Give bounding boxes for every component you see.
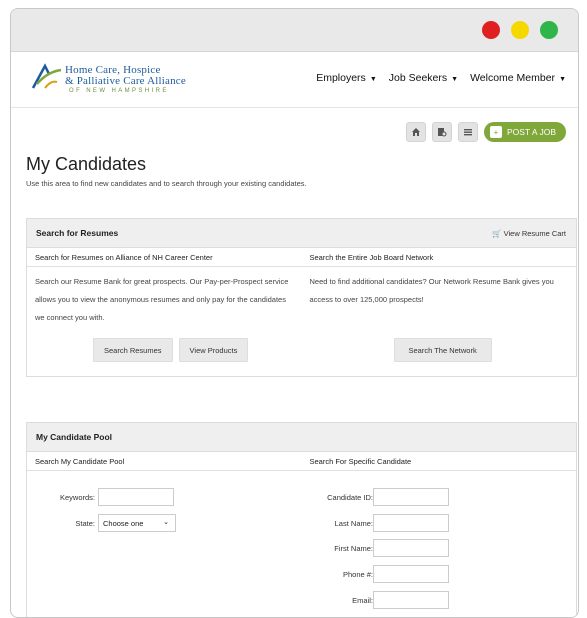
last-name-row: Last Name: [301, 514, 449, 532]
specific-candidate-heading: Search For Specific Candidate [301, 452, 576, 471]
post-a-job-label: POST A JOB [507, 127, 556, 137]
pool-search-heading: Search My Candidate Pool [27, 452, 302, 471]
search-resumes-panel: Search for Resumes 🛒 View Resume Cart Se… [26, 218, 577, 377]
logo-text-line3: OF NEW HAMPSHIRE [69, 88, 169, 94]
network-description: Need to find additional candidates? Our … [309, 277, 554, 304]
logo-mark-icon [31, 63, 62, 89]
state-select[interactable]: Choose one ⌄ [98, 514, 176, 532]
candidate-pool-header: My Candidate Pool [27, 423, 576, 452]
nav-job-seekers[interactable]: Job Seekers ▼ [389, 72, 458, 84]
network-heading: Search the Entire Job Board Network [301, 248, 576, 267]
page-title: My Candidates [26, 154, 147, 174]
email-input[interactable] [373, 591, 449, 609]
nav-job-seekers-label: Job Seekers [388, 72, 448, 84]
view-resume-cart-label: View Resume Cart [503, 228, 566, 238]
keywords-label: Keywords: [59, 492, 95, 502]
window-titlebar [11, 9, 578, 52]
view-resume-cart-link[interactable]: 🛒 View Resume Cart [492, 229, 566, 238]
pool-search-column: Search My Candidate Pool [27, 452, 302, 471]
candidate-id-input[interactable] [373, 488, 449, 506]
phone-label: Phone #: [342, 569, 373, 579]
chevron-down-icon: ⌄ [163, 519, 169, 526]
search-resumes-button[interactable]: Search Resumes [93, 338, 173, 362]
last-name-label: Last Name: [334, 518, 373, 528]
document-search-icon[interactable] [432, 122, 453, 142]
chevron-down-icon: ▼ [559, 76, 566, 83]
keywords-row: Keywords: [27, 488, 174, 506]
search-resumes-title: Search for Resumes [36, 228, 119, 238]
cart-icon: 🛒 [492, 228, 502, 238]
last-name-input[interactable] [373, 514, 449, 532]
chevron-down-icon: ▼ [451, 76, 459, 83]
state-label: State: [75, 518, 95, 528]
post-job-icon: + [490, 126, 503, 138]
specific-candidate-column: Search For Specific Candidate [301, 452, 576, 471]
phone-input[interactable] [373, 565, 449, 583]
site-header: Home Care, Hospice & Palliative Care All… [11, 52, 578, 108]
close-window-button[interactable] [482, 21, 500, 39]
logo-text-line2: & Palliative Care Alliance [65, 75, 186, 87]
nav-welcome-member-label: Welcome Member [470, 72, 556, 84]
employer-toolbar: + POST A JOB [406, 122, 566, 142]
phone-row: Phone #: [301, 565, 449, 583]
resume-bank-column: Search for Resumes on Alliance of NH Car… [27, 248, 302, 362]
page-subtitle: Use this area to find new candidates and… [26, 179, 307, 188]
keywords-input[interactable] [98, 488, 174, 506]
post-a-job-button[interactable]: + POST A JOB [484, 122, 566, 142]
nav-employers-label: Employers [316, 72, 366, 84]
nav-employers[interactable]: Employers ▼ [316, 72, 377, 84]
email-row: Email: [301, 591, 449, 609]
maximize-window-button[interactable] [540, 21, 558, 39]
search-network-button[interactable]: Search The Network [393, 338, 492, 362]
first-name-label: First Name: [334, 543, 373, 553]
resume-bank-description: Search our Resume Bank for great prospec… [35, 277, 289, 322]
state-row: State: Choose one ⌄ [27, 514, 176, 532]
candidate-id-row: Candidate ID: [301, 488, 449, 506]
email-label: Email: [352, 595, 373, 605]
resume-bank-heading: Search for Resumes on Alliance of NH Car… [27, 248, 302, 267]
candidate-pool-title: My Candidate Pool [36, 432, 113, 442]
candidate-pool-panel: My Candidate Pool Search My Candidate Po… [26, 422, 577, 617]
first-name-row: First Name: [301, 539, 449, 557]
view-products-button[interactable]: View Products [178, 338, 249, 362]
chevron-down-icon: ▼ [369, 76, 377, 83]
alliance-logo[interactable]: Home Care, Hospice & Palliative Care All… [31, 62, 211, 98]
candidate-id-label: Candidate ID: [327, 492, 373, 502]
state-select-value: Choose one [103, 518, 144, 528]
home-icon[interactable] [406, 122, 427, 142]
search-resumes-header: Search for Resumes 🛒 View Resume Cart [27, 219, 576, 248]
list-icon[interactable] [458, 122, 479, 142]
network-column: Search the Entire Job Board Network Need… [301, 248, 576, 362]
first-name-input[interactable] [373, 539, 449, 557]
browser-window: Home Care, Hospice & Palliative Care All… [10, 8, 579, 618]
nav-welcome-member[interactable]: Welcome Member ▼ [470, 72, 566, 84]
minimize-window-button[interactable] [511, 21, 529, 39]
main-nav: Employers ▼ Job Seekers ▼ Welcome Member ▼ [316, 72, 566, 84]
